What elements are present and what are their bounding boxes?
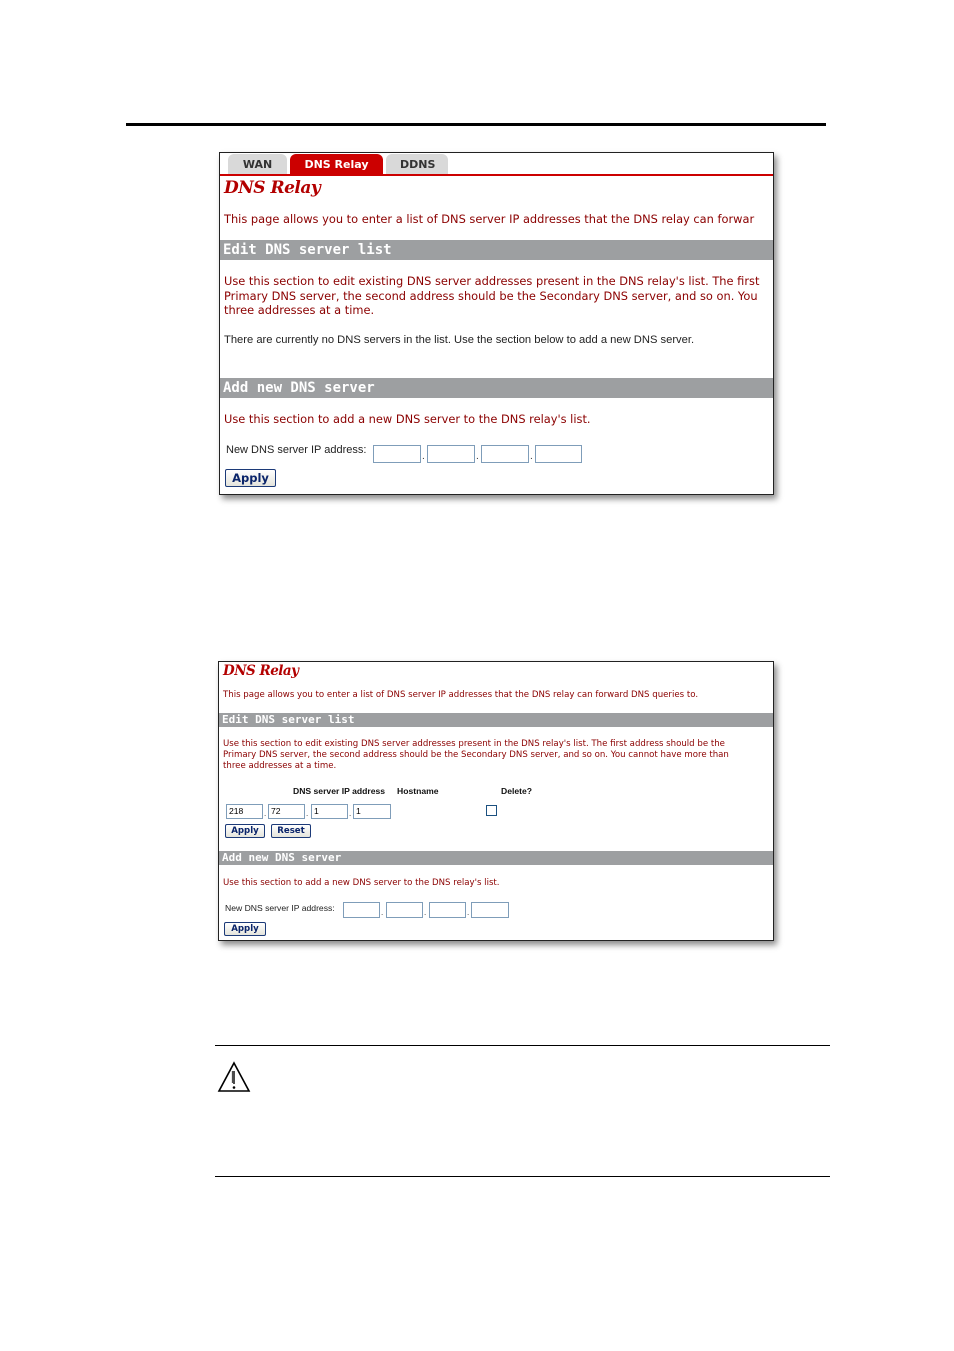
add-description: Use this section to add a new DNS server… (224, 412, 591, 426)
edit-description-line: Primary DNS server, the second address s… (223, 750, 729, 760)
new-ip-octet-2-input[interactable] (386, 902, 423, 918)
delete-checkbox[interactable] (486, 805, 497, 816)
ip-separator: . (349, 809, 352, 818)
section-header-add: Add new DNS server (220, 378, 773, 398)
ip-separator: . (422, 451, 425, 462)
section-header-edit: Edit DNS server list (219, 713, 773, 727)
ip-separator: . (381, 908, 384, 917)
tab-underline (220, 174, 773, 176)
tab-wan[interactable]: WAN (228, 154, 287, 175)
new-ip-octet-3-input[interactable] (481, 445, 529, 463)
page-title: DNS Relay (223, 663, 299, 679)
column-header-delete: Delete? (501, 786, 533, 796)
new-ip-octet-1-input[interactable] (343, 902, 380, 918)
edit-description-line: three addresses at a time. (224, 303, 375, 317)
edit-description-line: Use this section to edit existing DNS se… (224, 274, 760, 288)
add-description: Use this section to add a new DNS server… (223, 878, 500, 888)
dns-relay-screenshot-with-entry: DNS Relay This page allows you to enter … (218, 661, 774, 941)
ip-separator: . (467, 908, 470, 917)
page-intro: This page allows you to enter a list of … (223, 690, 699, 700)
reset-button[interactable]: Reset (271, 824, 311, 838)
ip-separator: . (530, 451, 533, 462)
ip-separator: . (264, 809, 267, 818)
edit-description-line: Primary DNS server, the second address s… (224, 289, 758, 303)
empty-list-message: There are currently no DNS servers in th… (224, 334, 695, 346)
new-ip-octet-2-input[interactable] (427, 445, 475, 463)
new-ip-octet-3-input[interactable] (429, 902, 466, 918)
ip-separator: . (476, 451, 479, 462)
entry-ip-octet-3-input[interactable]: 1 (311, 804, 348, 819)
new-ip-label: New DNS server IP address: (225, 903, 335, 913)
ip-separator: . (306, 809, 309, 818)
dns-relay-screenshot-empty: WAN DNS Relay DDNS DNS Relay This page a… (219, 152, 774, 495)
column-header-hostname: Hostname (397, 786, 439, 796)
edit-description-line: three addresses at a time. (223, 761, 337, 771)
section-header-edit: Edit DNS server list (220, 240, 773, 260)
entry-ip-octet-1-input[interactable]: 218 (226, 804, 263, 819)
column-header-ip: DNS server IP address (293, 786, 386, 796)
new-ip-octet-4-input[interactable] (535, 445, 582, 463)
entry-ip-octet-4-input[interactable]: 1 (353, 804, 391, 819)
apply-add-button[interactable]: Apply (224, 922, 266, 936)
apply-button[interactable]: Apply (225, 469, 276, 487)
ip-separator: . (424, 908, 427, 917)
entry-ip-octet-2-input[interactable]: 72 (268, 804, 305, 819)
section-header-add: Add new DNS server (219, 851, 773, 865)
page-header-rule (126, 123, 826, 126)
tab-dns-relay[interactable]: DNS Relay (290, 154, 383, 175)
new-ip-label: New DNS server IP address: (226, 444, 367, 456)
caution-bottom-rule (215, 1176, 830, 1177)
warning-triangle-icon (217, 1061, 251, 1092)
page-intro: This page allows you to enter a list of … (224, 212, 755, 226)
caution-top-rule (215, 1045, 830, 1046)
page-title: DNS Relay (224, 178, 321, 198)
apply-edit-button[interactable]: Apply (225, 824, 265, 838)
tab-bar: WAN DNS Relay DDNS (228, 154, 451, 175)
tab-ddns[interactable]: DDNS (386, 154, 448, 175)
new-ip-octet-4-input[interactable] (471, 902, 509, 918)
new-ip-octet-1-input[interactable] (373, 445, 421, 463)
edit-description-line: Use this section to edit existing DNS se… (223, 739, 725, 749)
